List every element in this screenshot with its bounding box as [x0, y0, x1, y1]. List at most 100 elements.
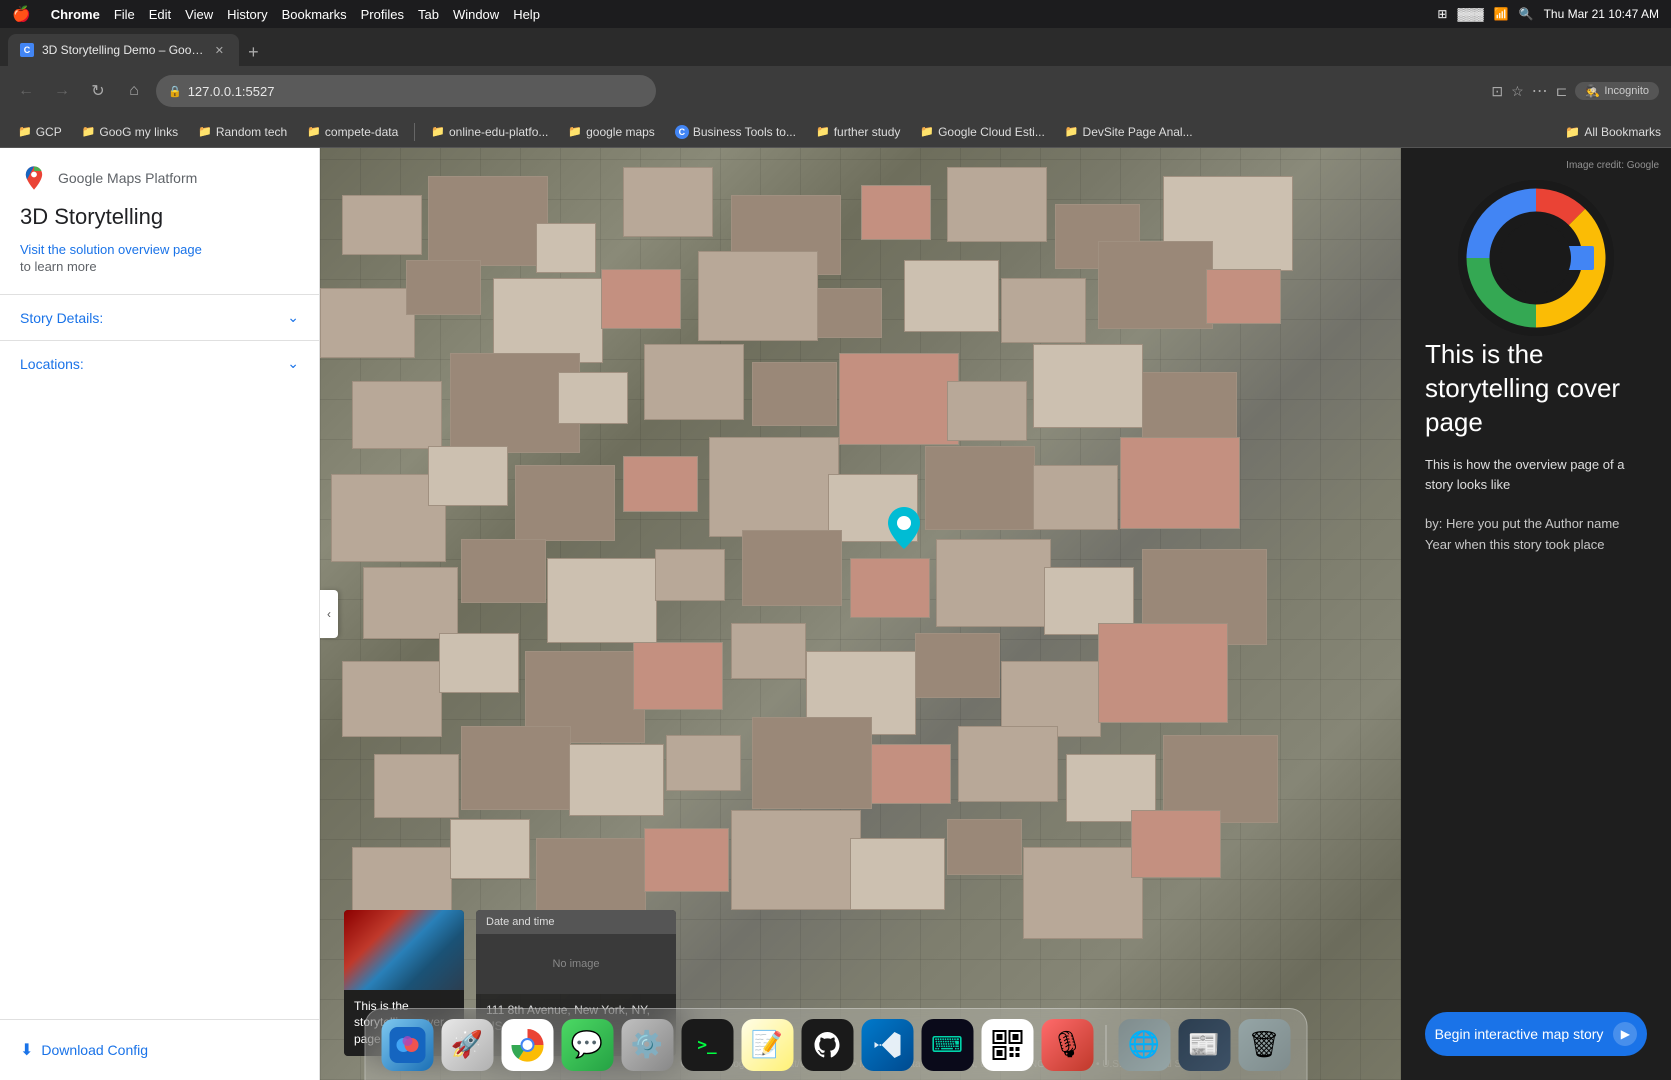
all-bookmarks-label: All Bookmarks [1584, 125, 1661, 139]
bookmark-gmaps[interactable]: 📁 google maps [560, 122, 662, 142]
folder-icon: 📁 [198, 125, 212, 138]
bookmarks-bar: 📁 GCP 📁 GooG my links 📁 Random tech 📁 co… [0, 116, 1671, 148]
dock-trash[interactable]: 🗑 [1238, 1019, 1290, 1071]
bookmark-label: Google Cloud Esti... [938, 125, 1045, 139]
bookmark-edu[interactable]: 📁 online-edu-platfo... [423, 122, 556, 142]
bookmark-label: compete-data [325, 125, 398, 139]
bookmark-label: online-edu-platfo... [449, 125, 548, 139]
map-location-pin [888, 507, 920, 539]
home-button[interactable]: ⌂ [120, 77, 148, 105]
folder-icon: 📁 [920, 125, 934, 138]
cast-icon[interactable]: ⊡ [1491, 83, 1503, 100]
tab-favicon: C [20, 43, 34, 57]
date-time-label: Date and time [486, 916, 554, 928]
menu-chrome[interactable]: Chrome [51, 7, 100, 22]
bookmark-label: Business Tools to... [693, 125, 796, 139]
story-details-section[interactable]: Story Details: ⌄ [0, 294, 319, 340]
map-container[interactable]: ‹ This is the storytelling cover page Da… [320, 148, 1401, 1080]
dock-qr[interactable] [981, 1019, 1033, 1071]
dock-github[interactable] [801, 1019, 853, 1071]
story-details-chevron: ⌄ [287, 309, 299, 326]
image-credit: Image credit: Google [1566, 160, 1659, 171]
menu-edit[interactable]: Edit [149, 7, 171, 22]
star-icon[interactable]: ☆ [1511, 83, 1524, 100]
folder-icon: 📁 [1065, 125, 1079, 138]
story-details-label: Story Details: [20, 310, 103, 326]
bookmark-devsite[interactable]: 📁 DevSite Page Anal... [1057, 122, 1201, 142]
all-bookmarks[interactable]: 📁 All Bookmarks [1565, 125, 1661, 139]
story-cover-title: This is the storytelling cover page [1425, 338, 1647, 439]
dock-vscode[interactable] [861, 1019, 913, 1071]
dock-browser2[interactable]: 🌐 [1118, 1019, 1170, 1071]
nav-bar: ← → ↻ ⌂ 🔒 127.0.0.1:5527 ⊡ ☆ ⋯ ⊏ 🕵 Incog… [0, 66, 1671, 116]
dock-news[interactable]: 📰 [1178, 1019, 1230, 1071]
download-config-button[interactable]: ⬇ Download Config [20, 1036, 148, 1064]
lock-icon: 🔒 [168, 85, 182, 98]
incognito-badge: 🕵 Incognito [1575, 82, 1659, 100]
dock-imessage[interactable]: 💬 [561, 1019, 613, 1071]
google-maps-logo [20, 164, 48, 192]
google-g-logo [1456, 178, 1616, 338]
bookmark-gcloud[interactable]: 📁 Google Cloud Esti... [912, 122, 1052, 142]
bookmark-goog-links[interactable]: 📁 GooG my links [74, 122, 186, 142]
tab-close-button[interactable]: ✕ [211, 42, 227, 58]
dock-terminal[interactable]: >_ [681, 1019, 733, 1071]
sidebar-platform-name: Google Maps Platform [58, 170, 197, 186]
wifi-icon[interactable]: 📶 [1494, 7, 1509, 21]
reload-button[interactable]: ↻ [84, 77, 112, 105]
menubar-right-icons: ⊞ ▓▓▓ 📶 🔍 Thu Mar 21 10:47 AM [1437, 7, 1659, 21]
data-card-header: Date and time [476, 910, 676, 934]
menu-profiles[interactable]: Profiles [361, 7, 404, 22]
dock-settings[interactable]: ⚙️ [621, 1019, 673, 1071]
apple-menu[interactable]: 🍎 [12, 5, 31, 23]
control-center-icon[interactable]: ⊞ [1437, 7, 1447, 21]
no-image-placeholder: No image [476, 934, 676, 994]
active-tab[interactable]: C 3D Storytelling Demo – Goo… ✕ [8, 34, 239, 66]
menu-window[interactable]: Window [453, 7, 499, 22]
map-aerial-view: ‹ This is the storytelling cover page Da… [320, 148, 1401, 1080]
solution-overview-link[interactable]: Visit the solution overview page [0, 242, 319, 257]
locations-section[interactable]: Locations: ⌄ [0, 340, 319, 386]
bookmark-label: Random tech [216, 125, 287, 139]
address-bar[interactable]: 🔒 127.0.0.1:5527 [156, 75, 656, 107]
bookmarks-separator [414, 123, 415, 141]
bookmark-business[interactable]: C Business Tools to... [667, 122, 804, 142]
download-label: Download Config [41, 1042, 148, 1058]
menu-help[interactable]: Help [513, 7, 540, 22]
menu-tab[interactable]: Tab [418, 7, 439, 22]
browser-chrome: C 3D Storytelling Demo – Goo… ✕ + ← → ↻ … [0, 28, 1671, 116]
dock-notes[interactable]: 📝 [741, 1019, 793, 1071]
bookmark-further-study[interactable]: 📁 further study [808, 122, 908, 142]
dock-cursor[interactable]: ⌨ [921, 1019, 973, 1071]
bookmark-label: GCP [36, 125, 62, 139]
dock-chrome[interactable] [501, 1019, 553, 1071]
sidebar-toggle[interactable]: ⊏ [1556, 83, 1568, 100]
bookmark-gcp[interactable]: 📁 GCP [10, 122, 70, 142]
address-text: 127.0.0.1:5527 [188, 84, 275, 99]
menu-file[interactable]: File [114, 7, 135, 22]
menu-view[interactable]: View [185, 7, 213, 22]
bookmark-label: google maps [586, 125, 655, 139]
dock-finder[interactable] [381, 1019, 433, 1071]
dock-launchpad[interactable]: 🚀 [441, 1019, 493, 1071]
menu-bookmarks[interactable]: Bookmarks [282, 7, 347, 22]
back-button[interactable]: ← [12, 77, 40, 105]
bookmark-random-tech[interactable]: 📁 Random tech [190, 122, 295, 142]
macos-menubar: 🍎 Chrome File Edit View History Bookmark… [0, 0, 1671, 28]
locations-chevron: ⌄ [287, 355, 299, 372]
dock-mic[interactable]: 🎙 [1041, 1019, 1093, 1071]
story-panel: Image credit: Google This is the storyte… [1401, 148, 1671, 1080]
search-icon[interactable]: 🔍 [1519, 7, 1534, 21]
incognito-label: Incognito [1604, 85, 1649, 97]
bookmark-compete-data[interactable]: 📁 compete-data [299, 122, 406, 142]
more-icon[interactable]: ⋯ [1532, 81, 1548, 101]
begin-story-button[interactable]: Begin interactive map story ▶ [1425, 1012, 1647, 1056]
download-icon: ⬇ [20, 1040, 33, 1060]
sidebar-collapse-button[interactable]: ‹ [320, 590, 338, 638]
menu-history[interactable]: History [227, 7, 267, 22]
sidebar-footer: ⬇ Download Config [0, 1019, 319, 1080]
forward-button[interactable]: → [48, 77, 76, 105]
story-author: by: Here you put the Author name Year wh… [1425, 514, 1647, 556]
new-tab-button[interactable]: + [239, 38, 267, 66]
menu-items: Chrome File Edit View History Bookmarks … [51, 7, 1422, 22]
